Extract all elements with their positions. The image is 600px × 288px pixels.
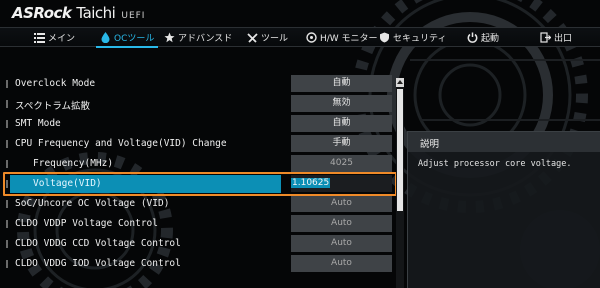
setting-label: CLDO VDDG IOD Voltage Control <box>15 258 181 269</box>
setting-value[interactable]: Auto <box>291 235 392 252</box>
row-marker <box>6 240 8 248</box>
setting-value[interactable]: 無効 <box>291 95 392 112</box>
tab-label: ツール <box>261 33 289 44</box>
brand-model: Taichi <box>76 4 116 22</box>
setting-frequency-mhz[interactable]: Frequency(MHz) 4025 <box>6 155 392 173</box>
description-panel: 説明 Adjust processor core voltage. <box>407 131 600 288</box>
scroll-up-arrow-icon[interactable] <box>396 78 404 87</box>
setting-value[interactable]: 4025 <box>291 155 392 172</box>
tab-label: アドバンスド <box>178 33 233 44</box>
settings-scrollbar[interactable] <box>396 78 404 288</box>
setting-soc-uncore-voltage[interactable]: SoC/Uncore OC Voltage (VID) Auto <box>6 195 392 213</box>
power-icon <box>467 32 478 43</box>
firmware-label: UEFI <box>121 11 146 21</box>
setting-label: CPU Frequency and Voltage(VID) Change <box>15 138 227 149</box>
setting-value[interactable]: 自動 <box>291 75 392 92</box>
tab-hw-monitor[interactable]: H/W モニター <box>306 28 378 46</box>
brand-logo: ASRock Taichi UEFI <box>12 4 145 22</box>
setting-label: SMT Mode <box>15 118 61 129</box>
row-marker <box>6 140 8 148</box>
tab-boot[interactable]: 起動 <box>467 28 499 46</box>
header-bar: ASRock Taichi UEFI <box>0 0 600 26</box>
setting-value[interactable]: 自動 <box>291 115 392 132</box>
setting-cldo-vddg-ccd[interactable]: CLDO VDDG CCD Voltage Control Auto <box>6 235 392 253</box>
focus-outline <box>3 172 397 196</box>
row-marker <box>6 160 8 168</box>
setting-label: スペクトラム拡散 <box>15 101 91 112</box>
setting-value[interactable]: Auto <box>291 195 392 212</box>
scroll-thumb[interactable] <box>397 89 403 211</box>
tab-main[interactable]: メイン <box>34 28 75 46</box>
exit-icon <box>540 31 551 43</box>
star-icon <box>164 32 175 42</box>
tab-label: 出口 <box>554 33 573 44</box>
tab-label: H/W モニター <box>320 33 378 44</box>
tab-security[interactable]: セキュリティ <box>379 28 446 46</box>
setting-label: Frequency(MHz) <box>33 158 114 169</box>
tab-tools[interactable]: ツール <box>247 28 288 46</box>
setting-value[interactable]: Auto <box>291 255 392 272</box>
row-marker <box>6 80 8 88</box>
setting-value[interactable]: Auto <box>291 215 392 232</box>
setting-label: SoC/Uncore OC Voltage (VID) <box>15 198 170 209</box>
row-marker <box>6 200 8 208</box>
tab-exit[interactable]: 出口 <box>540 28 572 46</box>
tab-oc-tool[interactable]: OCツール <box>95 28 159 48</box>
setting-label: Overclock Mode <box>15 78 96 89</box>
setting-cpu-freq-voltage-change[interactable]: CPU Frequency and Voltage(VID) Change 手動 <box>6 135 392 153</box>
setting-label: CLDO VDDG CCD Voltage Control <box>15 238 181 249</box>
tab-label: セキュリティ <box>393 33 447 44</box>
setting-spread-spectrum[interactable]: スペクトラム拡散 無効 <box>6 95 392 113</box>
shield-icon <box>380 32 389 42</box>
brand-name: ASRock <box>12 4 72 22</box>
setting-overclock-mode[interactable]: Overclock Mode 自動 <box>6 75 392 93</box>
list-icon <box>34 32 45 43</box>
row-marker <box>6 260 8 268</box>
tab-label: 起動 <box>481 33 500 44</box>
monitor-icon <box>306 31 317 43</box>
row-marker <box>6 220 8 228</box>
wrench-icon <box>247 32 258 43</box>
main-tab-bar: メイン OCツール アドバンスド ツール H/W モニター セキュリティ 起動 … <box>0 27 600 48</box>
tab-label: OCツール <box>114 33 155 44</box>
row-marker <box>6 120 8 128</box>
tab-label: メイン <box>48 33 76 44</box>
description-title: 説明 <box>408 132 600 152</box>
setting-value[interactable]: 手動 <box>291 135 392 152</box>
setting-cldo-vddp[interactable]: CLDO VDDP Voltage Control Auto <box>6 215 392 233</box>
droplet-icon <box>101 31 110 43</box>
setting-smt-mode[interactable]: SMT Mode 自動 <box>6 115 392 133</box>
row-marker <box>6 100 8 108</box>
description-text: Adjust processor core voltage. <box>418 159 572 169</box>
tab-advanced[interactable]: アドバンスド <box>164 28 232 46</box>
setting-label: CLDO VDDP Voltage Control <box>15 218 158 229</box>
setting-cldo-vddg-iod[interactable]: CLDO VDDG IOD Voltage Control Auto <box>6 255 392 273</box>
